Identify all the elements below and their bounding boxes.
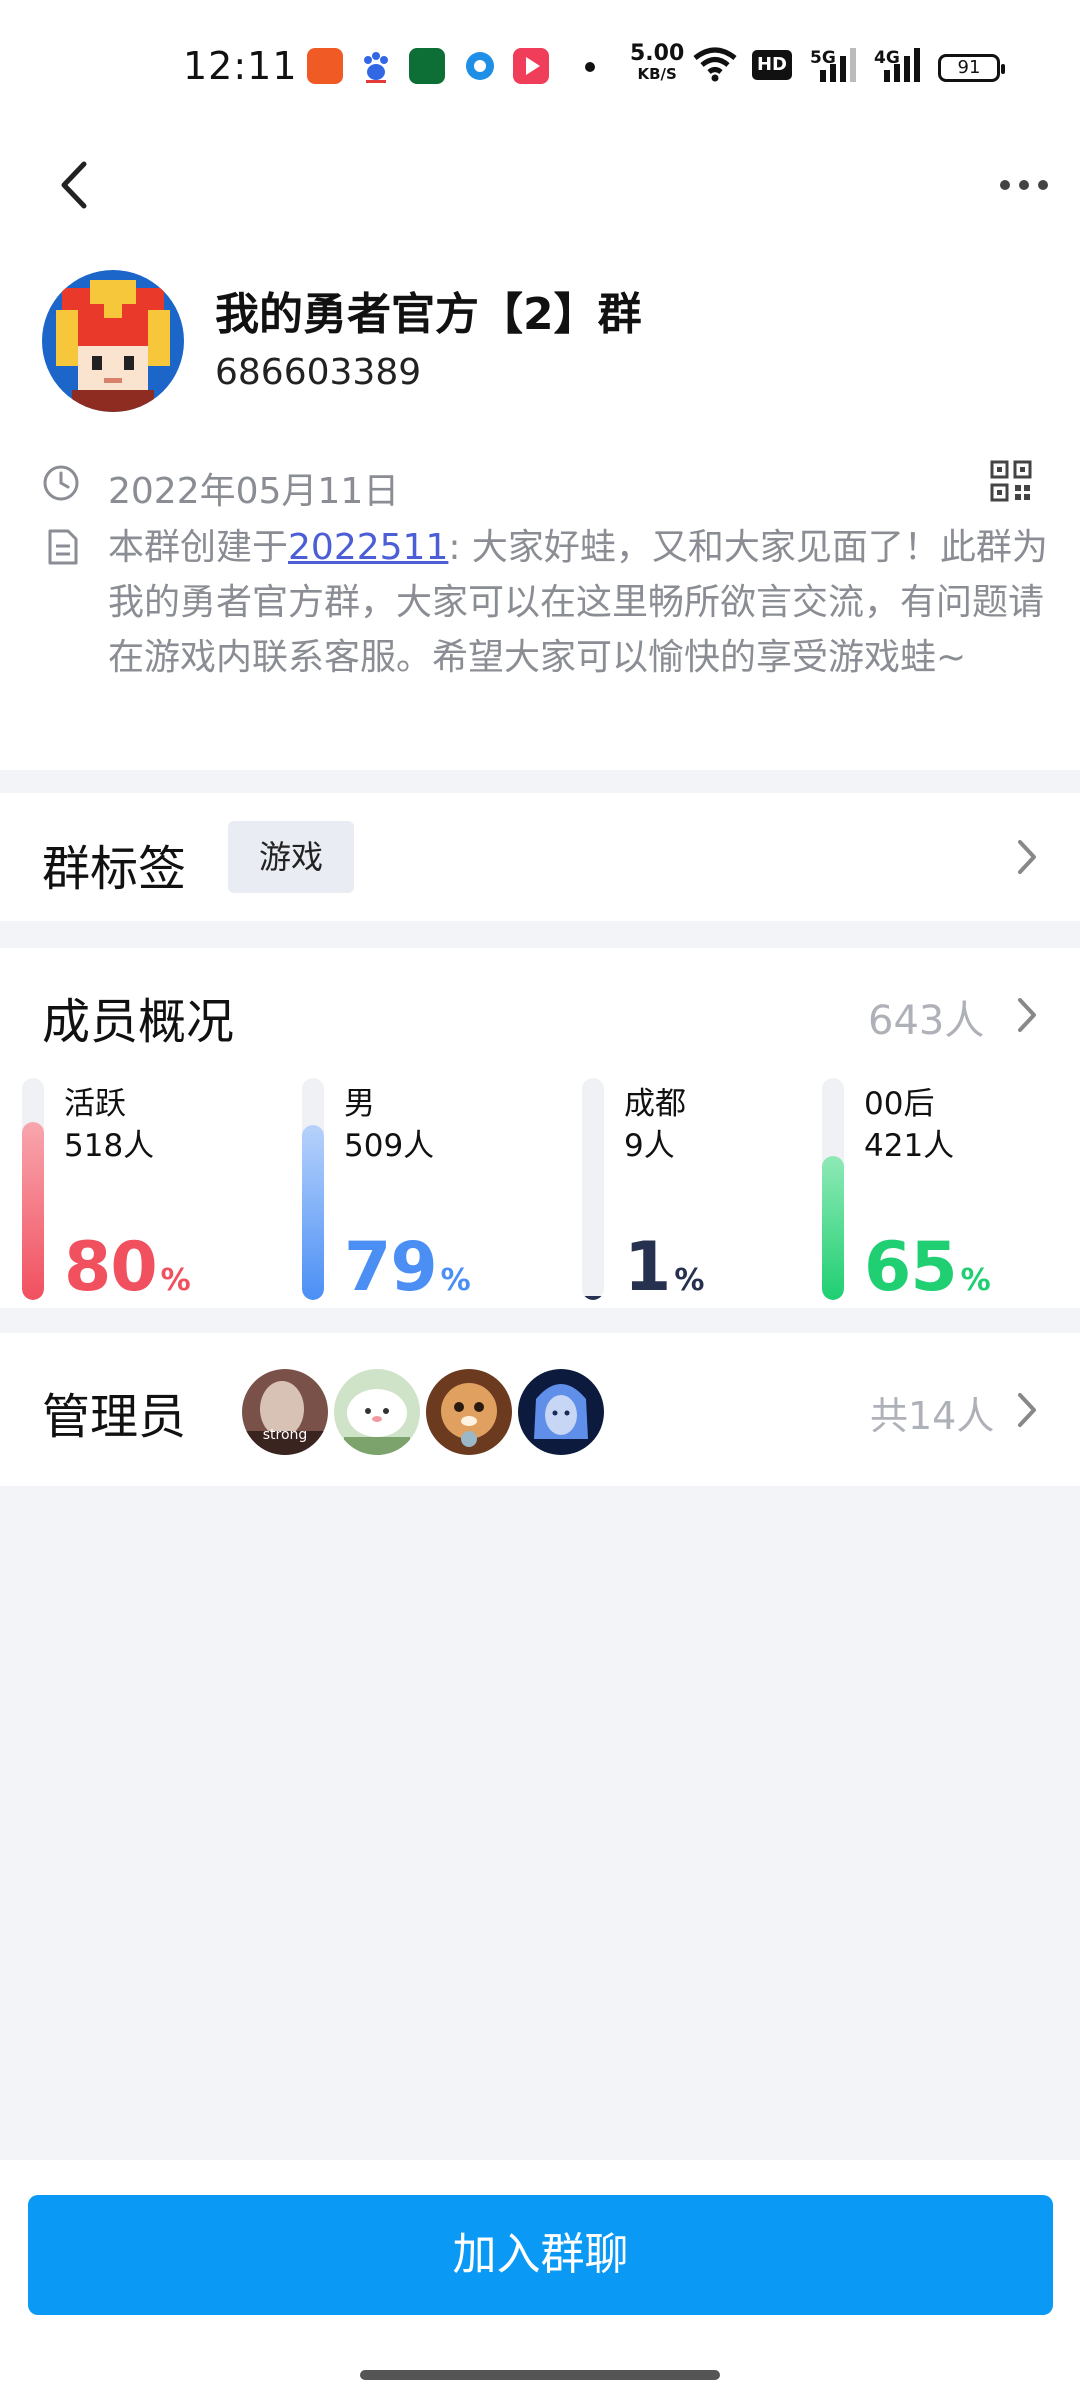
stat-bar-track: [822, 1078, 844, 1300]
document-icon: [48, 529, 78, 565]
member-overview[interactable]: 成员概况 643人 活跃 518人 80% 男 509人 79% 成都 9人 1% 00后 421人…: [0, 948, 1080, 1308]
more-button[interactable]: [995, 160, 1055, 210]
signal-5g-icon: 5G: [810, 44, 860, 84]
stat-percent-symbol: %: [674, 1263, 704, 1298]
member-stat: 00后 421人 65%: [822, 1078, 1052, 1308]
hd-icon: HD: [752, 50, 792, 80]
stat-label: 活跃: [64, 1086, 126, 1122]
stat-count: 9人: [624, 1128, 675, 1164]
stat-percent-value: 79: [344, 1228, 438, 1307]
browser-app-icon: [462, 48, 498, 84]
stat-label: 男: [344, 1086, 375, 1122]
member-stat: 活跃 518人 80%: [22, 1078, 252, 1308]
stat-label: 00后: [864, 1086, 935, 1122]
created-date-row: 2022年05月11日: [42, 460, 1042, 512]
oppo-app-icon: [409, 48, 445, 84]
clock-icon: [43, 465, 79, 501]
stat-bar-track: [582, 1078, 604, 1300]
admin-avatar[interactable]: [518, 1369, 604, 1455]
group-tags-row[interactable]: 群标签 游戏: [0, 793, 1080, 921]
admins-row[interactable]: 管理员 strong 共14人: [0, 1333, 1080, 1486]
back-button[interactable]: [50, 150, 100, 220]
stat-percent-value: 65: [864, 1228, 958, 1307]
qr-code-icon[interactable]: [990, 460, 1032, 502]
stat-percent: 65%: [864, 1228, 991, 1307]
group-name: 我的勇者官方【2】群: [215, 289, 642, 340]
stat-percent-symbol: %: [440, 1263, 471, 1298]
bottom-action-bar: 加入群聊: [0, 2160, 1080, 2400]
status-time: 12:11: [183, 44, 298, 88]
battery-indicator: 91: [938, 54, 1005, 82]
stat-percent-value: 80: [64, 1228, 158, 1307]
signal-4g-icon: 4G: [874, 44, 924, 84]
admin-avatar[interactable]: [334, 1369, 420, 1455]
home-indicator[interactable]: [360, 2370, 720, 2380]
group-info-card: 我的勇者官方【2】群 686603389 2022年05月11日 本群创建于20…: [0, 130, 1080, 770]
chevron-left-icon: [61, 161, 87, 209]
status-bar: 12:11 5.00 KB/S HD 5G 4G 91: [0, 0, 1080, 130]
stat-percent: 1%: [624, 1228, 704, 1307]
stat-percent-symbol: %: [960, 1263, 991, 1298]
admin-avatar[interactable]: [426, 1369, 512, 1455]
stat-bar-track: [302, 1078, 324, 1300]
tag-chip: 游戏: [228, 821, 354, 893]
stat-bar-fill: [22, 1122, 44, 1300]
chevron-right-icon: [1018, 1393, 1036, 1427]
stat-percent-symbol: %: [160, 1263, 191, 1298]
notification-dot: [585, 62, 595, 72]
member-stat: 男 509人 79%: [302, 1078, 532, 1308]
admin-avatar-caption: strong: [262, 1427, 308, 1443]
admin-count: 共14人: [870, 1394, 995, 1438]
more-dots-icon: [1000, 180, 1048, 190]
tags-title: 群标签: [42, 841, 187, 897]
chevron-right-icon: [1018, 998, 1036, 1032]
stat-percent: 80%: [64, 1228, 191, 1307]
stat-percent: 79%: [344, 1228, 471, 1307]
member-count: 643人: [868, 998, 985, 1044]
description-date-link[interactable]: 2022511: [288, 527, 448, 568]
wifi-icon: [693, 47, 737, 82]
created-date: 2022年05月11日: [108, 471, 400, 512]
members-title: 成员概况: [42, 994, 235, 1050]
network-speed: 5.00 KB/S: [630, 41, 685, 84]
stat-count: 518人: [64, 1128, 155, 1164]
admins-title: 管理员: [42, 1389, 187, 1445]
chevron-right-icon: [1018, 840, 1036, 874]
stat-count: 421人: [864, 1128, 955, 1164]
admin-avatar[interactable]: strong: [242, 1369, 328, 1455]
stat-percent-value: 1: [624, 1228, 671, 1307]
join-group-button[interactable]: 加入群聊: [28, 2195, 1053, 2315]
stat-bar-fill: [582, 1296, 604, 1300]
group-description: 本群创建于2022511: 大家好蛙，又和大家见面了！此群为我的勇者官方群，大家…: [108, 527, 1048, 678]
stat-bar-fill: [822, 1156, 844, 1300]
video-app-icon: [513, 48, 549, 84]
stat-bar-track: [22, 1078, 44, 1300]
stat-bar-fill: [302, 1125, 324, 1300]
group-avatar[interactable]: [42, 270, 184, 412]
member-stat: 成都 9人 1%: [582, 1078, 812, 1308]
kuaishou-app-icon: [307, 48, 343, 84]
baidu-app-icon: [358, 48, 394, 84]
group-id: 686603389: [215, 352, 422, 393]
stat-count: 509人: [344, 1128, 435, 1164]
stat-label: 成都: [624, 1086, 686, 1122]
